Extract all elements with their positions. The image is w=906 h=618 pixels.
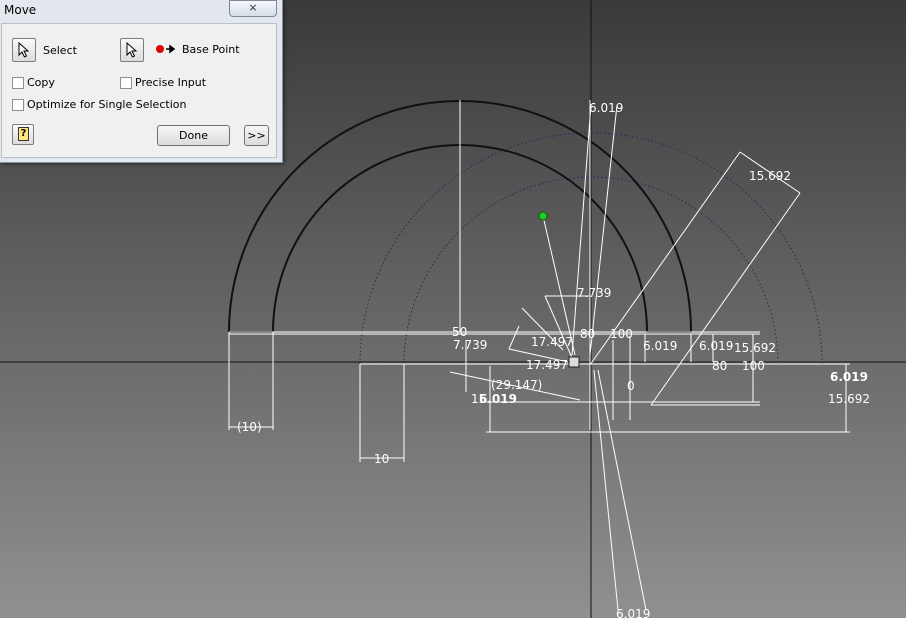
- dialog-title: Move: [4, 3, 37, 17]
- copy-label: Copy: [27, 76, 55, 89]
- base-point-label: Base Point: [182, 43, 240, 56]
- dimension-d-80-a[interactable]: 80: [580, 327, 595, 341]
- dimension-d-7739-b[interactable]: 7.739: [453, 338, 487, 352]
- dimension-d-diag[interactable]: 15.692: [749, 169, 791, 183]
- precise-input-label: Precise Input: [135, 76, 207, 89]
- cursor-arrow-icon: [126, 42, 138, 58]
- dimension-d-6019-bold[interactable]: 6.019: [830, 370, 868, 384]
- done-button[interactable]: Done: [157, 125, 230, 146]
- expand-button[interactable]: >>: [244, 125, 269, 146]
- dimension-d-15692-b[interactable]: 15.692: [828, 392, 870, 406]
- select-button[interactable]: [12, 38, 36, 62]
- select-label: Select: [43, 44, 77, 57]
- dimension-d-bottom[interactable]: 6.019: [616, 607, 650, 618]
- dimension-d-15692-a[interactable]: 15.692: [734, 341, 776, 355]
- help-icon: ?: [18, 127, 29, 141]
- dimension-d-100-b[interactable]: 100: [742, 359, 765, 373]
- sketch-point[interactable]: [538, 211, 548, 221]
- copy-checkbox[interactable]: [12, 77, 24, 89]
- dimension-d-6019-b[interactable]: 6.019: [699, 339, 733, 353]
- dimension-d-50[interactable]: 50: [452, 325, 467, 339]
- cursor-arrow-icon: [18, 42, 30, 58]
- precise-input-checkbox[interactable]: [120, 77, 132, 89]
- dimension-d-10-paren[interactable]: (10): [237, 420, 262, 434]
- dimension-d-0[interactable]: 0: [627, 379, 635, 393]
- dimension-d-top[interactable]: 6.019: [589, 101, 623, 115]
- dimension-d-80-b[interactable]: 80: [712, 359, 727, 373]
- dimension-d-100-a[interactable]: 100: [610, 327, 633, 341]
- base-point-select-button[interactable]: [120, 38, 144, 62]
- close-button[interactable]: ⨯: [229, 0, 277, 17]
- help-button[interactable]: ?: [12, 124, 34, 145]
- move-grip-icon[interactable]: [568, 356, 580, 368]
- dimension-d-17497-b[interactable]: 17.497: [526, 358, 568, 372]
- dimension-d-7739-a[interactable]: 7.739: [577, 286, 611, 300]
- dimension-d-29147[interactable]: (29.147): [491, 378, 542, 392]
- base-point-icon: [156, 44, 176, 54]
- dialog-body: Select Base Point Copy Precise Input Opt…: [1, 23, 277, 158]
- dimension-d-6019-left[interactable]: 6.019: [479, 392, 517, 406]
- optimize-label: Optimize for Single Selection: [27, 98, 187, 111]
- optimize-checkbox[interactable]: [12, 99, 24, 111]
- dimension-d-10[interactable]: 10: [374, 452, 389, 466]
- move-dialog: Move ⨯ Select Base Point Copy Precise In…: [0, 0, 283, 163]
- dimension-d-6019-a[interactable]: 6.019: [643, 339, 677, 353]
- dimension-d-17497-a[interactable]: 17.497: [531, 335, 573, 349]
